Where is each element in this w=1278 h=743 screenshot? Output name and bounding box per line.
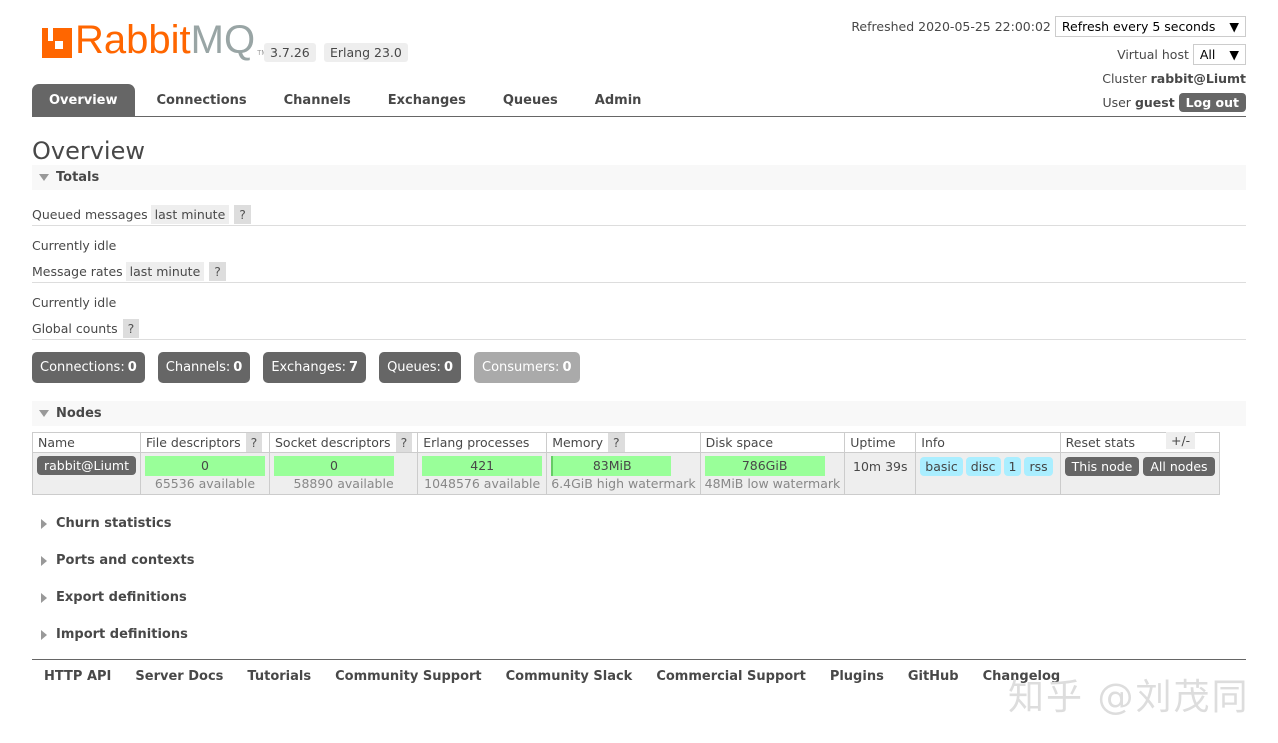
help-button[interactable]: ? xyxy=(395,433,413,452)
chevron-down-icon: ▼ xyxy=(1229,18,1239,34)
triangle-right-icon xyxy=(41,556,47,566)
footer-link-plugins[interactable]: Plugins xyxy=(818,669,896,684)
churn-statistics-toggle[interactable]: Churn statistics xyxy=(32,516,172,531)
triangle-right-icon xyxy=(41,519,47,529)
channels-count-button[interactable]: Channels: 0 xyxy=(157,352,251,383)
info-rss: rss xyxy=(1024,457,1053,476)
help-button[interactable]: ? xyxy=(234,205,251,224)
footer-link-server-docs[interactable]: Server Docs xyxy=(123,669,235,684)
tab-channels[interactable]: Channels xyxy=(264,84,368,116)
erlang-badge: Erlang 23.0 xyxy=(324,43,408,62)
info-basic: basic xyxy=(920,457,963,476)
page-title: Overview xyxy=(32,137,145,165)
chevron-down-icon: ▼ xyxy=(1229,46,1239,62)
totals-section-toggle[interactable]: Totals xyxy=(32,165,1246,190)
tab-admin[interactable]: Admin xyxy=(575,84,659,116)
tab-queues[interactable]: Queues xyxy=(483,84,575,116)
ports-contexts-toggle[interactable]: Ports and contexts xyxy=(32,553,194,568)
help-button[interactable]: ? xyxy=(209,262,226,281)
footer-link-http-api[interactable]: HTTP API xyxy=(32,669,123,684)
queued-range-selector[interactable]: last minute xyxy=(150,205,230,224)
rates-range-selector[interactable]: last minute xyxy=(125,262,205,281)
footer-link-github[interactable]: GitHub xyxy=(896,669,971,684)
reset-all-nodes-button[interactable]: All nodes xyxy=(1143,457,1215,476)
help-button[interactable]: ? xyxy=(122,319,140,338)
vhost-label: Virtual host xyxy=(1117,46,1189,62)
import-definitions-toggle[interactable]: Import definitions xyxy=(32,627,188,642)
help-button[interactable]: ? xyxy=(608,433,625,452)
version-badge: 3.7.26 xyxy=(264,43,316,62)
node-link[interactable]: rabbit@Liumt xyxy=(37,456,136,475)
info-count: 1 xyxy=(1003,457,1022,476)
triangle-right-icon xyxy=(41,593,47,603)
footer-link-commercial-support[interactable]: Commercial Support xyxy=(644,669,818,684)
help-button[interactable]: ? xyxy=(245,433,263,452)
table-row: rabbit@Liumt 0 65536 available 0 58890 ava… xyxy=(32,452,1220,495)
footer-link-tutorials[interactable]: Tutorials xyxy=(235,669,323,684)
tab-exchanges[interactable]: Exchanges xyxy=(368,84,483,116)
tab-overview[interactable]: Overview xyxy=(32,84,135,116)
triangle-right-icon xyxy=(41,630,47,640)
consumers-count-button[interactable]: Consumers: 0 xyxy=(474,352,580,383)
info-disc: disc xyxy=(965,457,1001,476)
queues-count-button[interactable]: Queues: 0 xyxy=(379,352,461,383)
reset-this-node-button[interactable]: This node xyxy=(1064,457,1140,476)
refreshed-label: Refreshed 2020-05-25 22:00:02 xyxy=(851,18,1051,34)
rabbitmq-logo: Rabbit MQ TM xyxy=(42,20,267,60)
columns-toggle-button[interactable]: +/- xyxy=(1166,432,1196,449)
tab-connections[interactable]: Connections xyxy=(135,84,264,116)
triangle-down-icon xyxy=(39,174,49,181)
refresh-select[interactable]: Refresh every 5 seconds ▼ xyxy=(1054,15,1246,37)
vhost-select[interactable]: All ▼ xyxy=(1192,43,1246,65)
exchanges-count-button[interactable]: Exchanges: 7 xyxy=(263,352,367,383)
main-tabs: Overview Connections Channels Exchanges … xyxy=(32,84,1246,117)
export-definitions-toggle[interactable]: Export definitions xyxy=(32,590,187,605)
watermark: 知乎 @刘茂同 xyxy=(1008,677,1250,718)
connections-count-button[interactable]: Connections: 0 xyxy=(32,352,145,383)
triangle-down-icon xyxy=(39,410,49,417)
nodes-section-toggle[interactable]: Nodes xyxy=(32,401,1246,426)
footer-link-community-support[interactable]: Community Support xyxy=(323,669,494,684)
footer-link-community-slack[interactable]: Community Slack xyxy=(494,669,645,684)
logo-icon xyxy=(42,28,72,58)
nodes-table: Name File descriptors? Socket descriptor… xyxy=(32,432,1220,495)
